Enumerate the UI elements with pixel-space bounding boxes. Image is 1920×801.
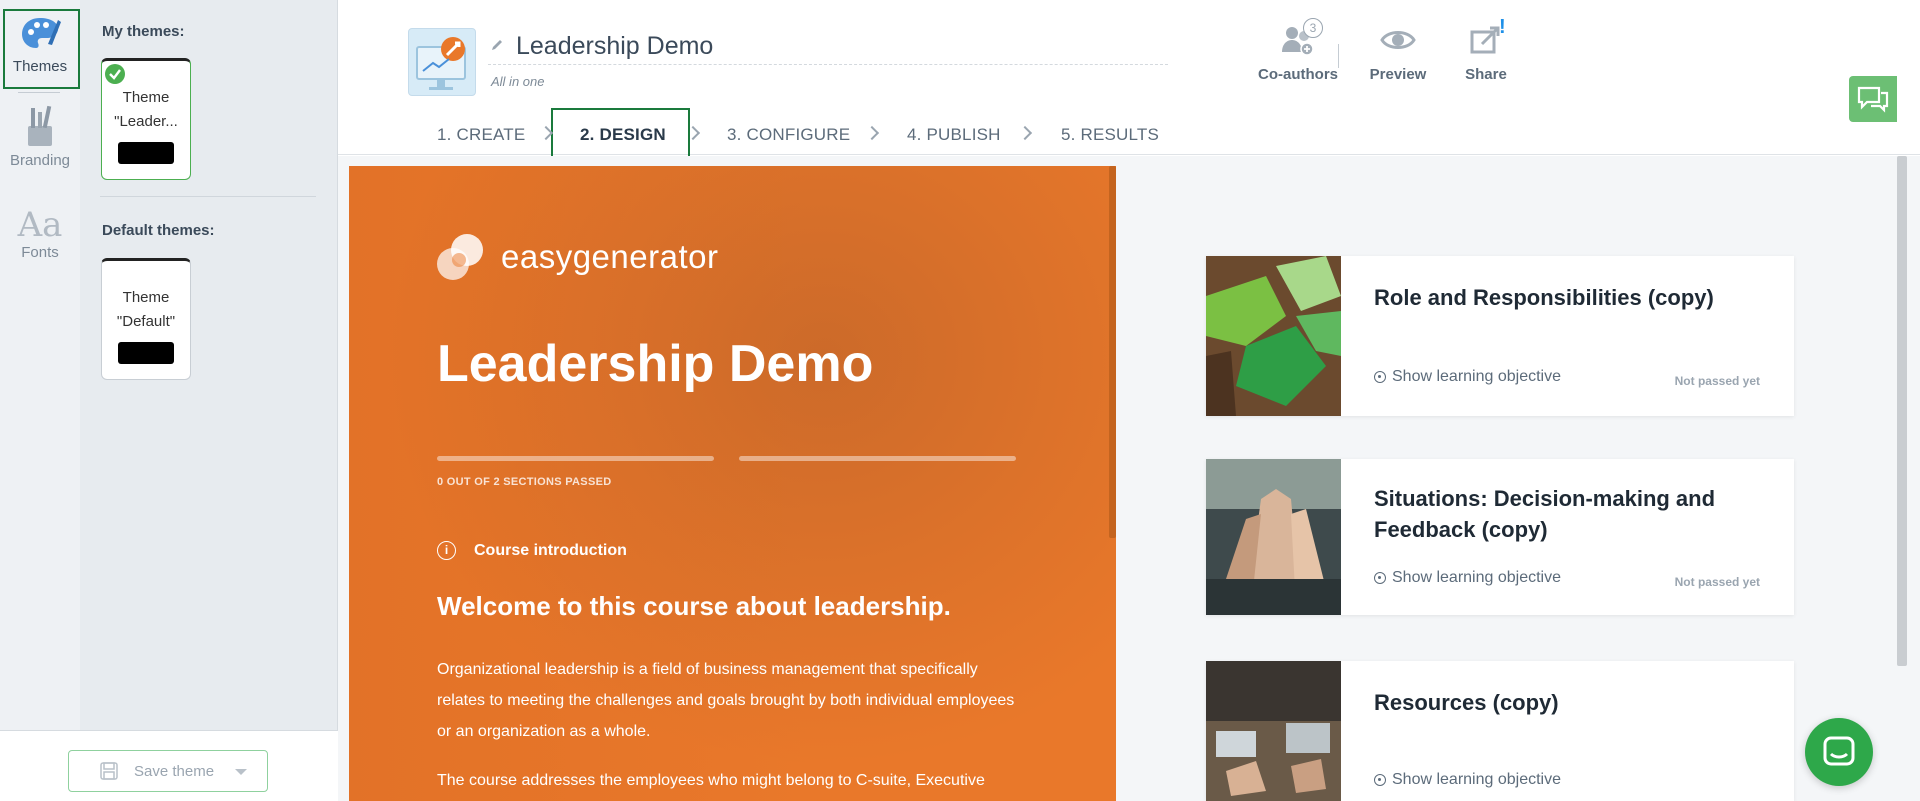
rail-divider (18, 92, 60, 93)
target-icon (1374, 774, 1386, 786)
header-divider (1338, 44, 1339, 68)
section-title[interactable]: Situations: Decision-making and Feedback… (1374, 483, 1774, 545)
info-icon: i (437, 541, 456, 560)
target-icon (1374, 572, 1386, 584)
panel-footer: Save theme (0, 730, 338, 801)
show-learning-objective-link[interactable]: Show learning objective (1374, 569, 1561, 587)
font-icon: Aa (17, 205, 63, 245)
progress-bar-section-1 (437, 456, 714, 461)
title-underline (488, 64, 1168, 65)
step-configure[interactable]: 3. CONFIGURE (727, 125, 850, 145)
intercom-chat-button[interactable] (1805, 718, 1873, 786)
theme-card-name: Theme "Default" (116, 289, 176, 330)
share-icon (1451, 24, 1521, 60)
coauthors-button[interactable]: 3 Co-authors (1243, 18, 1353, 83)
preview-label: Preview (1369, 66, 1427, 83)
section-image-high-five (1206, 459, 1341, 615)
hero-scrollbar[interactable] (1109, 166, 1116, 538)
logo-text: easygenerator (501, 238, 719, 275)
hero-title: Leadership Demo (437, 335, 874, 393)
rail-label-fonts: Fonts (21, 244, 59, 261)
rail-item-themes[interactable]: Themes (0, 14, 80, 75)
design-tools-rail: Themes Branding Aa Fonts (0, 0, 80, 801)
course-header: Leadership Demo All in one 3 Co-authors … (338, 0, 1920, 160)
my-themes-heading: My themes: (102, 23, 185, 40)
coauthors-label: Co-authors (1258, 66, 1338, 83)
logo-mark-icon (437, 234, 483, 280)
save-theme-button[interactable]: Save theme (68, 750, 268, 792)
section-title[interactable]: Resources (copy) (1374, 687, 1774, 718)
share-button[interactable]: ! Share (1451, 16, 1521, 83)
share-label: Share (1465, 66, 1507, 83)
rail-label-branding: Branding (9, 152, 71, 169)
rail-item-branding[interactable]: Branding (0, 104, 80, 169)
rail-item-fonts[interactable]: Aa Fonts (0, 206, 80, 261)
section-image-puzzle (1206, 256, 1341, 416)
workflow-steps: 1. CREATE 2. DESIGN 3. CONFIGURE 4. PUBL… (338, 108, 1920, 160)
chevron-right-icon (864, 125, 880, 141)
progress-bar-section-2 (739, 456, 1016, 461)
section-card[interactable]: Resources (copy) Show learning objective (1206, 661, 1794, 801)
theme-card-leadership[interactable]: Theme "Leader... (101, 58, 191, 180)
progress-label: 0 OUT OF 2 SECTIONS PASSED (437, 476, 612, 488)
theme-color-swatch (118, 342, 174, 364)
section-image-meeting (1206, 661, 1341, 801)
show-learning-objective-label: Show learning objective (1392, 771, 1561, 788)
intro-paragraph: Organizational leadership is a field of … (437, 661, 1015, 740)
chevron-down-icon[interactable] (235, 769, 247, 775)
easygenerator-logo: easygenerator (437, 232, 718, 282)
chat-bubbles-icon (1857, 86, 1889, 113)
eye-icon (1353, 24, 1443, 60)
checkmark-icon (105, 64, 125, 84)
course-introduction-label: Course introduction (474, 541, 627, 559)
course-hero: easygenerator Leadership Demo 0 OUT OF 2… (349, 166, 1116, 801)
coauthors-count-badge: 3 (1303, 18, 1323, 38)
step-results[interactable]: 5. RESULTS (1061, 125, 1159, 145)
panel-divider (100, 196, 316, 197)
theme-color-swatch (118, 142, 174, 164)
rail-label-themes: Themes (12, 58, 68, 75)
course-preview: easygenerator Leadership Demo 0 OUT OF 2… (338, 156, 1920, 801)
save-icon (99, 761, 119, 785)
course-title[interactable]: Leadership Demo (516, 32, 713, 61)
course-subtitle: All in one (491, 74, 545, 89)
page-scrollbar[interactable] (1897, 156, 1907, 666)
feedback-chat-tab[interactable] (1849, 76, 1897, 122)
default-themes-heading: Default themes: (102, 222, 215, 239)
coauthors-icon (1243, 24, 1353, 60)
show-learning-objective-link[interactable]: Show learning objective (1374, 771, 1561, 789)
preview-button[interactable]: Preview (1353, 24, 1443, 83)
show-learning-objective-label: Show learning objective (1392, 569, 1561, 586)
brushes-icon (0, 104, 80, 152)
target-icon (1374, 371, 1386, 383)
step-publish[interactable]: 4. PUBLISH (907, 125, 1001, 145)
share-alert-indicator: ! (1499, 16, 1506, 38)
section-status: Not passed yet (1674, 575, 1760, 589)
show-learning-objective-label: Show learning objective (1392, 368, 1561, 385)
course-introduction-link[interactable]: i Course introduction (437, 541, 627, 560)
themes-panel: My themes: Theme "Leader... Default them… (80, 0, 338, 801)
show-learning-objective-link[interactable]: Show learning objective (1374, 368, 1561, 386)
theme-card-name: Theme "Leader... (114, 89, 178, 130)
edit-pencil-icon[interactable] (490, 38, 504, 57)
welcome-heading: Welcome to this course about leadership. (437, 591, 951, 621)
save-theme-label: Save theme (134, 763, 215, 780)
chat-icon (1823, 736, 1855, 766)
theme-card-default[interactable]: Theme "Default" (101, 258, 191, 380)
course-thumbnail[interactable] (408, 28, 476, 96)
step-create[interactable]: 1. CREATE (437, 125, 525, 145)
intro-paragraph: The course addresses the employees who m… (437, 772, 985, 789)
step-design[interactable]: 2. DESIGN (580, 125, 666, 145)
section-card[interactable]: Situations: Decision-making and Feedback… (1206, 459, 1794, 615)
section-card[interactable]: Role and Responsibilities (copy) Show le… (1206, 256, 1794, 416)
section-status: Not passed yet (1674, 374, 1760, 388)
chevron-right-icon (1017, 125, 1033, 141)
section-title[interactable]: Role and Responsibilities (copy) (1374, 282, 1774, 313)
palette-icon (0, 14, 80, 58)
